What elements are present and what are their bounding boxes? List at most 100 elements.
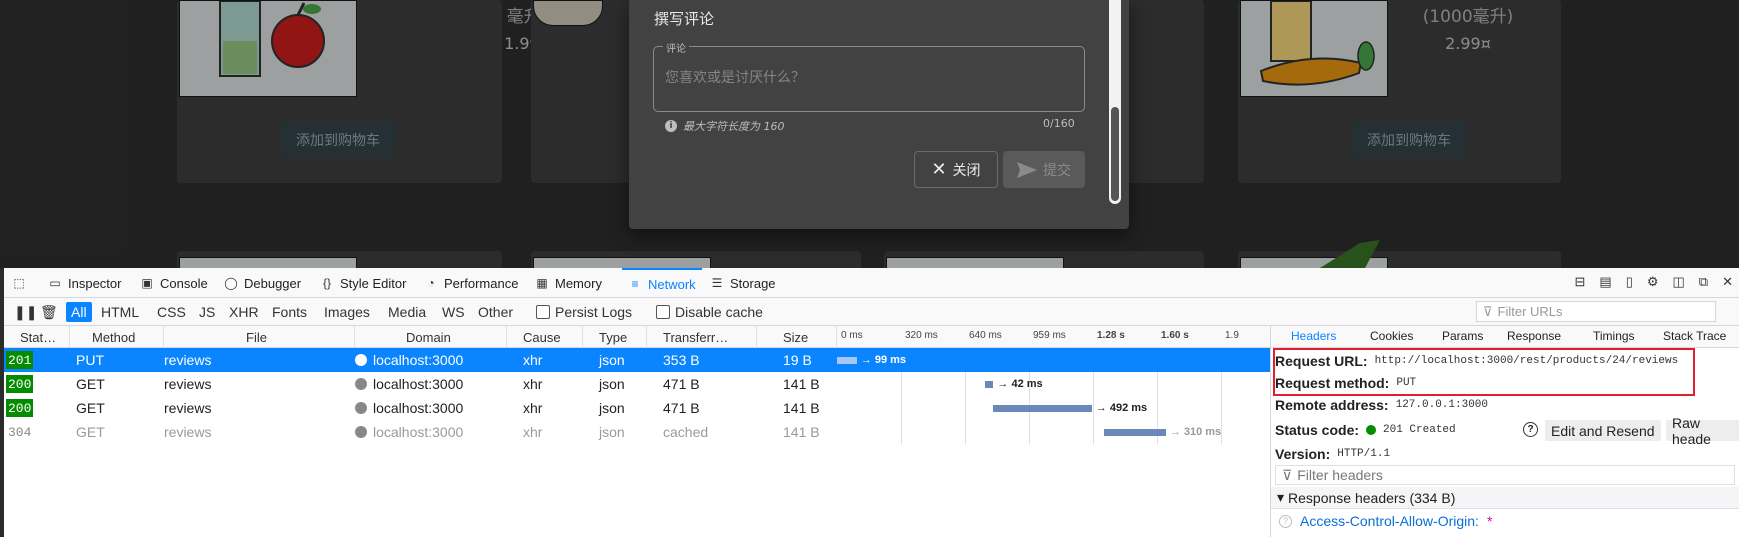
tab-debugger[interactable]: ◯ Debugger <box>224 268 301 298</box>
col-file-cell: reviews <box>164 400 212 416</box>
col-size-cell: 141 B <box>783 424 820 440</box>
request-row[interactable]: 200 GET reviews xhr json 471 B 141 B localhost:… <box>4 372 1270 396</box>
filter-other[interactable]: Other <box>473 302 518 322</box>
tab-storage[interactable]: ☰ Storage <box>710 268 776 298</box>
undock-icon[interactable]: ⧉ <box>1699 274 1708 292</box>
timeline-tick: 640 ms <box>969 330 1002 341</box>
tab-style-editor[interactable]: {} Style Editor <box>320 268 407 298</box>
col-domain-cell: localhost:3000 <box>355 348 463 372</box>
col-transferred-cell: 471 B <box>663 376 700 392</box>
devtools-toolbar: ⬚ ▭ Inspector ▣ Console ◯ Debugger {} Style … <box>4 268 1739 298</box>
domain-text: localhost:3000 <box>373 424 464 440</box>
col-cause-cell: xhr <box>523 424 543 440</box>
disable-cache-checkbox[interactable]: Disable cache <box>656 302 763 322</box>
label: Remote address: <box>1275 397 1389 413</box>
col-file[interactable]: File <box>164 326 355 348</box>
version-value: HTTP/1.1 <box>1337 448 1391 460</box>
col-type-cell: json <box>599 376 625 392</box>
dialog-scrollbar-thumb[interactable] <box>1111 107 1119 201</box>
filter-fonts[interactable]: Fonts <box>267 302 312 322</box>
filter-headers-input[interactable]: ⊽ Filter headers <box>1275 465 1735 485</box>
filter-html[interactable]: HTML <box>96 302 144 322</box>
tab-cookies[interactable]: Cookies <box>1370 329 1413 343</box>
globe-icon <box>355 426 367 438</box>
tab-performance[interactable]: ◔ Performance <box>424 268 518 298</box>
filter-images[interactable]: Images <box>319 302 375 322</box>
filter-js[interactable]: JS <box>194 302 220 322</box>
tab-network[interactable]: ≡ Network <box>622 268 702 298</box>
tab-timings[interactable]: Timings <box>1593 329 1635 343</box>
filter-urls-input[interactable]: ⊽ Filter URLs <box>1476 301 1716 322</box>
timeline-tick: 1.60 s <box>1161 330 1189 341</box>
tab-console[interactable]: ▣ Console <box>140 268 207 298</box>
responsive-icon[interactable]: ▯ <box>1626 274 1633 292</box>
raw-headers-button[interactable]: Raw heade <box>1666 415 1739 447</box>
request-row[interactable]: 304 GET reviews xhr json cached 141 B localhost… <box>4 420 1270 444</box>
col-size[interactable]: Size <box>757 326 837 348</box>
dock-side-icon[interactable]: ◫ <box>1673 274 1685 292</box>
timeline-duration: → 42 ms <box>997 378 1043 390</box>
request-table-header: Stat… Method File Domain Cause Type Tran… <box>4 326 1270 348</box>
tab-inspector[interactable]: ▭ Inspector <box>48 268 121 298</box>
col-file-cell: reviews <box>164 424 212 440</box>
inspector-icon: ▭ <box>49 276 61 290</box>
persist-logs-checkbox[interactable]: Persist Logs <box>536 302 632 322</box>
col-method[interactable]: Method <box>70 326 164 348</box>
close-button[interactable]: ✕ 关闭 <box>914 151 998 188</box>
timeline-tick: 0 ms <box>841 330 863 341</box>
col-size-cell: 141 B <box>783 376 820 392</box>
col-cause[interactable]: Cause <box>507 326 583 348</box>
col-transferred[interactable]: Transferr… <box>647 326 757 348</box>
filter-urls-placeholder: Filter URLs <box>1497 304 1563 319</box>
debugger-icon: ◯ <box>224 276 238 290</box>
col-domain[interactable]: Domain <box>355 326 507 348</box>
dialog-title: 撰写评论 <box>654 10 715 28</box>
review-field-label: 评论 <box>663 40 689 55</box>
request-url-row: Request URL: http://localhost:3000/rest/p… <box>1275 353 1678 369</box>
domain-text: localhost:3000 <box>373 352 464 368</box>
tab-response[interactable]: Response <box>1507 329 1561 343</box>
details-tabs: Headers Cookies Params Response Timings … <box>1271 326 1739 348</box>
filter-media[interactable]: Media <box>383 302 431 322</box>
filter-headers-placeholder: Filter headers <box>1297 467 1383 483</box>
help-icon[interactable]: ? <box>1523 422 1538 437</box>
filter-css[interactable]: CSS <box>152 302 191 322</box>
close-devtools-icon[interactable]: ✕ <box>1722 274 1733 292</box>
tab-stack-trace[interactable]: Stack Trace <box>1663 329 1726 343</box>
request-method-row: Request method: PUT <box>1275 375 1416 391</box>
edit-resend-button[interactable]: Edit and Resend <box>1545 420 1661 441</box>
tab-headers[interactable]: Headers <box>1291 329 1336 343</box>
layout-icon[interactable]: ⊟ <box>1574 274 1585 292</box>
gear-icon[interactable]: ⚙ <box>1647 274 1659 292</box>
tab-params[interactable]: Params <box>1442 329 1483 343</box>
filter-all[interactable]: All <box>66 302 92 322</box>
braces-icon: {} <box>322 276 331 290</box>
tab-memory[interactable]: ▦ Memory <box>535 268 602 298</box>
filter-xhr[interactable]: XHR <box>224 302 264 322</box>
col-type-cell: json <box>599 424 625 440</box>
col-status[interactable]: Stat… <box>20 326 70 348</box>
tab-label: Storage <box>730 275 776 291</box>
element-picker-button[interactable]: ⬚ <box>12 268 26 298</box>
col-cause-cell: xhr <box>523 352 543 368</box>
checkbox-box <box>656 305 670 319</box>
request-url-value: http://localhost:3000/rest/products/24/r… <box>1374 355 1679 367</box>
checkbox-box <box>536 305 550 319</box>
trash-icon[interactable]: 🗑 <box>40 302 58 322</box>
submit-button[interactable]: 提交 <box>1003 151 1085 188</box>
col-method-cell: PUT <box>76 352 104 368</box>
response-headers-section[interactable]: ▾ Response headers (334 B) <box>1271 487 1739 509</box>
storage-icon: ☰ <box>711 276 723 290</box>
request-row[interactable]: 200 GET reviews xhr json 471 B 141 B localhost:… <box>4 396 1270 420</box>
label: Request method: <box>1275 375 1390 391</box>
timeline-tick: 959 ms <box>1033 330 1066 341</box>
char-counter: 0/160 <box>1043 117 1075 130</box>
col-type[interactable]: Type <box>583 326 647 348</box>
pause-icon[interactable]: ❚❚ <box>14 302 37 322</box>
filter-ws[interactable]: WS <box>437 302 470 322</box>
devtools-panel: ⬚ ▭ Inspector ▣ Console ◯ Debugger {} Style … <box>4 268 1739 537</box>
request-row[interactable]: 201 PUT reviews xhr json 353 B 19 B localhost:3… <box>4 348 1270 372</box>
timeline-bar <box>1103 429 1166 436</box>
submit-label: 提交 <box>1043 162 1071 179</box>
split-console-icon[interactable]: ▤ <box>1599 274 1611 292</box>
